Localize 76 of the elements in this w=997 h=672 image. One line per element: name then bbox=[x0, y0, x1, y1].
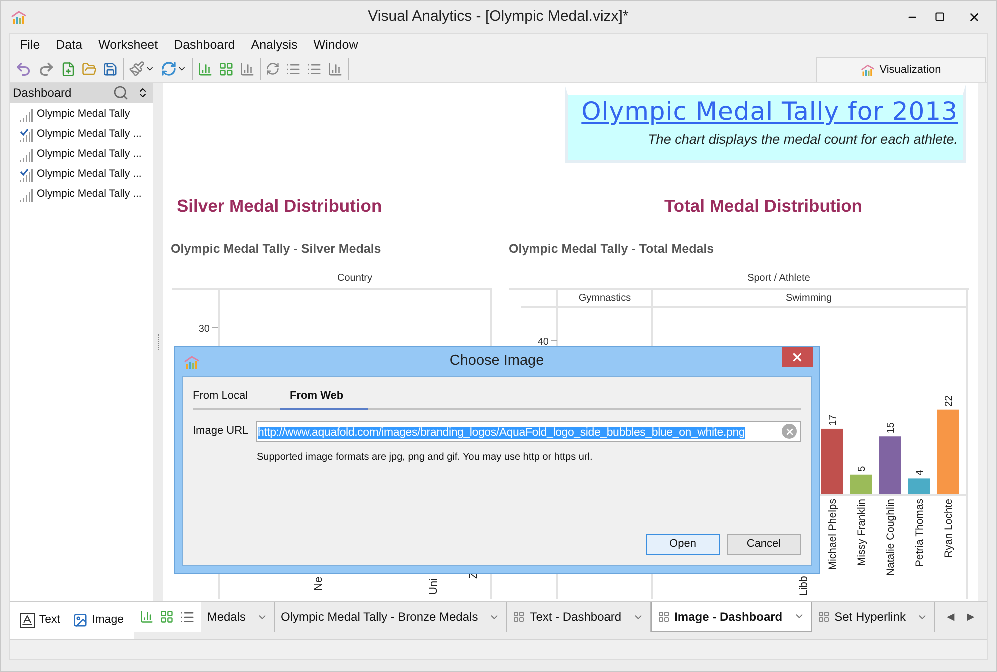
axis-label: Michael Phelps bbox=[827, 499, 839, 570]
grid-icon bbox=[818, 611, 830, 623]
close-icon bbox=[968, 10, 980, 24]
data-label: 17 bbox=[828, 414, 839, 426]
sidebar-item[interactable]: Olympic Medal Tally ... bbox=[10, 125, 153, 145]
axis-label: Libb bbox=[798, 576, 810, 596]
sort-icon[interactable] bbox=[137, 87, 149, 99]
menu-item[interactable]: Worksheet bbox=[90, 36, 166, 54]
menu-item[interactable]: File bbox=[12, 36, 48, 54]
sheet-tab[interactable]: Medals bbox=[201, 602, 276, 632]
menu-item[interactable]: Data bbox=[48, 36, 91, 54]
menu-item[interactable]: Window bbox=[306, 36, 366, 54]
axis-label: Ne bbox=[313, 576, 325, 591]
close-icon bbox=[791, 350, 804, 364]
app-logo-icon bbox=[184, 354, 200, 370]
axis-label: Uni bbox=[428, 578, 440, 595]
grid-icon bbox=[658, 610, 670, 622]
bar-chart-icon bbox=[20, 188, 33, 202]
tick-label: 40 bbox=[538, 337, 549, 348]
visualization-tab[interactable]: Visualization bbox=[816, 57, 986, 82]
app-logo-icon bbox=[860, 63, 875, 77]
menu-item[interactable]: Analysis bbox=[243, 36, 306, 54]
bar-chart-check-icon bbox=[20, 168, 33, 182]
data-label: 4 bbox=[915, 470, 926, 476]
image-tool-button[interactable]: Image bbox=[73, 612, 124, 630]
data-label: 15 bbox=[886, 422, 897, 434]
sheet-tab[interactable]: Set Hyperlink bbox=[812, 602, 935, 632]
format-hint: Supported image formats are jpg, png and gif. You may use http or https url. bbox=[257, 451, 594, 465]
tab-scroll-button[interactable]: ◀ bbox=[947, 610, 955, 624]
banner-title-link[interactable]: Olympic Medal Tally for 2013 bbox=[582, 96, 958, 128]
sidebar-item[interactable]: Olympic Medal Tally ... bbox=[10, 145, 153, 165]
sidebar-item[interactable]: Olympic Medal Tally ... bbox=[10, 165, 153, 185]
search-icon[interactable] bbox=[113, 85, 129, 101]
list-icon[interactable] bbox=[180, 610, 196, 624]
chart-title: Olympic Medal Tally - Total Medals bbox=[509, 241, 716, 258]
axis-label: Missy Franklin bbox=[856, 499, 868, 566]
add-chart-icon[interactable] bbox=[140, 610, 154, 624]
bar-chart-icon bbox=[20, 108, 33, 122]
data-label: 5 bbox=[857, 466, 868, 472]
tab-scroll-button[interactable]: ▶ bbox=[967, 610, 975, 624]
banner-subtitle: The chart displays the medal count for each athlete. bbox=[648, 131, 958, 149]
axis-title: Country bbox=[338, 273, 372, 284]
sheet-tab[interactable]: Olympic Medal Tally - Bronze Medals bbox=[275, 602, 508, 632]
panel-header: Swimming bbox=[786, 293, 832, 304]
maximize-icon bbox=[935, 12, 945, 22]
menu-item[interactable]: Dashboard bbox=[166, 36, 244, 54]
cancel-button[interactable]: Cancel bbox=[727, 534, 801, 555]
sidebar-item[interactable]: Olympic Medal Tally ... bbox=[10, 185, 153, 205]
axis-label: Natalie Coughlin bbox=[885, 499, 897, 576]
grid-icon bbox=[513, 611, 526, 623]
axis-label: Petria Thomas bbox=[914, 499, 926, 568]
axis-title: Sport / Athlete bbox=[748, 273, 810, 284]
dialog-tab[interactable]: From Local bbox=[193, 384, 272, 410]
bar-chart-icon bbox=[20, 148, 33, 162]
app-logo-icon bbox=[11, 9, 27, 25]
bar-chart-check-icon bbox=[20, 128, 33, 142]
sidebar-title: Dashboard bbox=[13, 85, 73, 102]
text-tool-button[interactable]: Text bbox=[20, 612, 60, 630]
text-icon bbox=[20, 613, 36, 628]
window-title: Visual Analytics - [Olympic Medal.vizx]* bbox=[368, 6, 629, 27]
panel-header: Gymnastics bbox=[578, 293, 632, 304]
open-button[interactable]: Open bbox=[646, 534, 720, 555]
dialog-title: Choose Image bbox=[450, 352, 544, 371]
section-heading: Silver Medal Distribution bbox=[177, 195, 384, 218]
clear-icon[interactable] bbox=[782, 424, 797, 439]
field-label: Image URL bbox=[193, 424, 250, 440]
data-label: 22 bbox=[944, 396, 955, 407]
sidebar-item[interactable]: Olympic Medal Tally bbox=[10, 105, 153, 125]
section-heading: Total Medal Distribution bbox=[664, 195, 862, 218]
image-icon bbox=[73, 613, 88, 628]
add-grid-icon[interactable] bbox=[160, 610, 174, 624]
sheet-tab[interactable]: Image - Dashboard bbox=[650, 602, 812, 632]
axis-label: Ryan Lochte bbox=[943, 499, 955, 558]
tick-label: 30 bbox=[198, 324, 210, 335]
dialog-tab[interactable]: From Web bbox=[280, 384, 368, 410]
chart-title: Olympic Medal Tally - Silver Medals bbox=[171, 241, 382, 258]
